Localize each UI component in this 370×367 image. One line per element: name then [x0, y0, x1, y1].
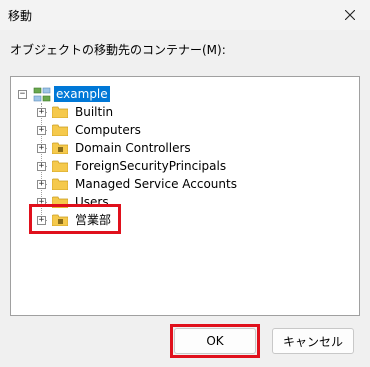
folder-icon: [52, 106, 68, 118]
close-icon: [345, 10, 355, 20]
expand-toggle[interactable]: +: [37, 162, 46, 171]
tree-item-managed-service-accounts[interactable]: Managed Service Accounts: [75, 176, 237, 192]
title-bar: 移動: [0, 0, 370, 30]
ou-folder-icon: [52, 142, 68, 154]
cancel-button[interactable]: キャンセル: [272, 328, 354, 354]
annotation-highlight-sales: [29, 204, 121, 234]
expand-toggle[interactable]: +: [37, 126, 46, 135]
domain-icon: [33, 87, 51, 102]
container-prompt-label: オブジェクトの移動先のコンテナー(M):: [10, 43, 226, 57]
collapse-toggle[interactable]: −: [18, 90, 27, 99]
folder-icon: [52, 124, 68, 136]
close-button[interactable]: [330, 0, 370, 30]
folder-icon: [52, 178, 68, 190]
expand-toggle[interactable]: +: [37, 144, 46, 153]
cancel-button-label: キャンセル: [282, 334, 343, 349]
expand-toggle[interactable]: +: [37, 180, 46, 189]
container-tree[interactable]: − example + Builtin + Computers + Domain…: [10, 76, 360, 316]
annotation-highlight-ok: [170, 324, 260, 358]
expand-toggle[interactable]: +: [37, 108, 46, 117]
tree-item-builtin[interactable]: Builtin: [75, 104, 113, 120]
tree-root-label[interactable]: example: [54, 86, 110, 102]
tree-item-domain-controllers[interactable]: Domain Controllers: [75, 140, 191, 156]
tree-item-computers[interactable]: Computers: [75, 122, 141, 138]
tree-item-foreign-security-principals[interactable]: ForeignSecurityPrincipals: [75, 158, 226, 174]
folder-icon: [52, 160, 68, 172]
window-title: 移動: [8, 9, 33, 23]
